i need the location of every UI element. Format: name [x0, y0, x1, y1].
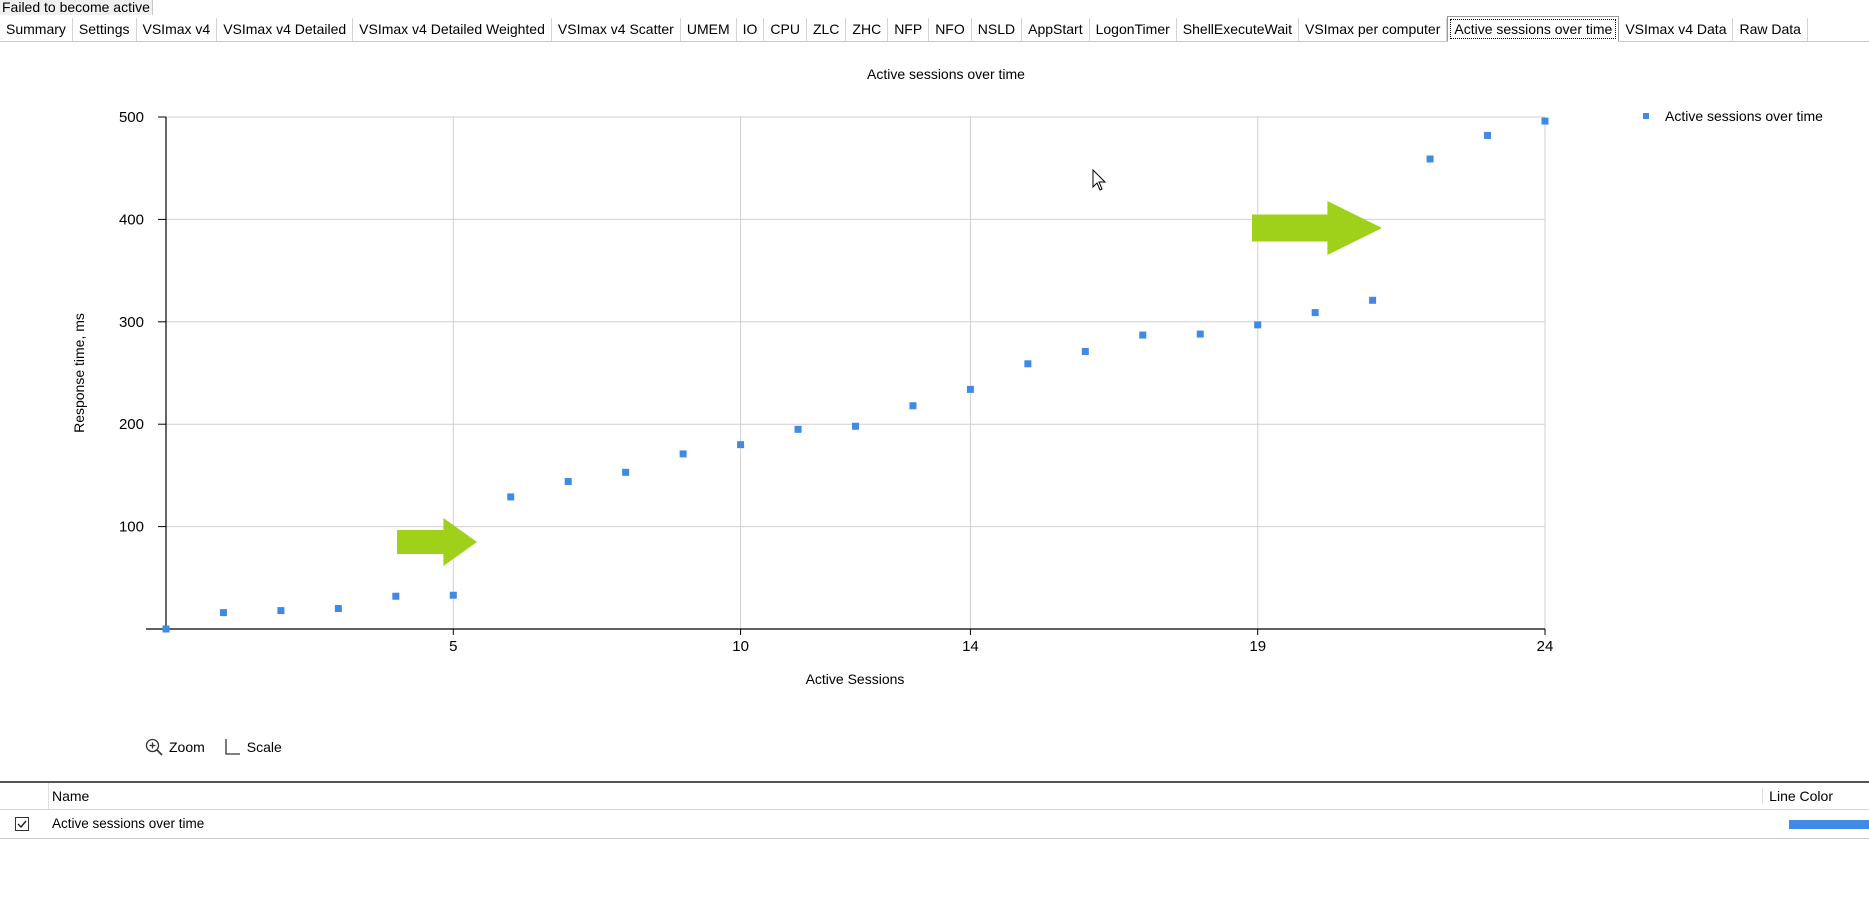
- tab-nfo[interactable]: NFO: [929, 18, 972, 41]
- scale-label: Scale: [246, 739, 282, 755]
- data-point[interactable]: [679, 450, 687, 458]
- tab-vsimax-v4-detailed-weighted[interactable]: VSImax v4 Detailed Weighted: [353, 18, 552, 41]
- tab-zlc[interactable]: ZLC: [806, 18, 847, 41]
- green-arrow-annotation: [397, 518, 477, 566]
- table-row[interactable]: Active sessions over time: [0, 810, 1869, 838]
- data-point[interactable]: [1139, 331, 1147, 339]
- tab-strip: Summary Settings VSImax v4 VSImax v4 Detail…: [0, 15, 1869, 42]
- line-color-swatch[interactable]: [1789, 820, 1869, 829]
- tab-vsimax-v4-data[interactable]: VSImax v4 Data: [1619, 18, 1734, 41]
- legend-table-header: Name Line Color: [0, 783, 1869, 810]
- data-point[interactable]: [162, 625, 170, 633]
- data-point[interactable]: [1541, 117, 1549, 125]
- tab-umem[interactable]: UMEM: [680, 18, 737, 41]
- tab-summary[interactable]: Summary: [0, 18, 73, 41]
- tab-nsld[interactable]: NSLD: [971, 18, 1023, 41]
- data-point[interactable]: [1426, 155, 1434, 163]
- x-tick-label: 5: [449, 638, 457, 655]
- zoom-button[interactable]: Zoom: [145, 738, 205, 756]
- tab-logontimer[interactable]: LogonTimer: [1089, 18, 1177, 41]
- mouse-cursor-icon: [1092, 168, 1107, 191]
- data-point[interactable]: [966, 385, 974, 393]
- data-point[interactable]: [564, 478, 572, 486]
- tab-io[interactable]: IO: [736, 18, 765, 41]
- scale-button[interactable]: Scale: [223, 738, 282, 756]
- checkbox-column-header: [0, 783, 49, 809]
- series-name: Active sessions over time: [52, 816, 205, 831]
- tab-active-sessions-over-time[interactable]: Active sessions over time: [1447, 16, 1620, 42]
- data-point[interactable]: [1311, 309, 1319, 317]
- green-arrow-annotation: [1252, 201, 1382, 255]
- tab-raw-data[interactable]: Raw Data: [1733, 18, 1808, 41]
- data-point[interactable]: [909, 402, 917, 410]
- data-point[interactable]: [1081, 347, 1089, 355]
- x-tick-label: 10: [732, 638, 749, 655]
- x-tick-label: 24: [1537, 638, 1554, 655]
- data-point[interactable]: [794, 425, 802, 433]
- tab-vsimax-v4[interactable]: VSImax v4: [136, 18, 218, 41]
- axis-scale-icon: [225, 739, 240, 755]
- name-column-header[interactable]: Name: [52, 788, 89, 804]
- chart-toolbar: Zoom Scale: [145, 738, 282, 756]
- x-tick-label: 19: [1249, 638, 1266, 655]
- y-axis-label: Response time, ms: [71, 313, 87, 433]
- legend-marker: [1643, 113, 1649, 119]
- data-point[interactable]: [1369, 296, 1377, 304]
- series-legend-table: Name Line Color Active sessions over tim…: [0, 781, 1869, 839]
- data-point[interactable]: [1024, 360, 1032, 368]
- data-point[interactable]: [277, 607, 285, 615]
- tab-nfp[interactable]: NFP: [888, 18, 930, 41]
- data-point[interactable]: [852, 422, 859, 430]
- zoom-in-icon: [145, 738, 163, 756]
- legend-label: Active sessions over time: [1665, 108, 1823, 124]
- series-visible-checkbox[interactable]: [15, 817, 29, 831]
- data-point[interactable]: [1196, 330, 1204, 338]
- tab-zhc[interactable]: ZHC: [846, 18, 889, 41]
- data-point[interactable]: [1254, 321, 1262, 329]
- data-point[interactable]: [219, 609, 227, 617]
- data-point[interactable]: [737, 441, 745, 449]
- data-point[interactable]: [622, 468, 630, 476]
- tab-vsimax-v4-detailed[interactable]: VSImax v4 Detailed: [217, 18, 354, 41]
- zoom-label: Zoom: [169, 739, 205, 755]
- tab-appstart[interactable]: AppStart: [1022, 18, 1090, 41]
- y-tick-label: 200: [119, 416, 144, 433]
- data-point[interactable]: [1484, 131, 1492, 139]
- tab-shellexecutewait[interactable]: ShellExecuteWait: [1176, 18, 1299, 41]
- y-tick-label: 400: [119, 211, 144, 228]
- data-point[interactable]: [507, 493, 515, 501]
- data-point[interactable]: [334, 605, 342, 613]
- tab-cpu[interactable]: CPU: [764, 18, 807, 41]
- scatter-chart: 5 10 14 19 24 100 200 300 400 500 Active sessions …: [71, 66, 1823, 687]
- line-color-column-header[interactable]: Line Color: [1762, 788, 1833, 804]
- chart-title: Active sessions over time: [867, 66, 1025, 82]
- tab-settings[interactable]: Settings: [72, 18, 137, 41]
- data-point[interactable]: [449, 591, 457, 599]
- chart-area: 5 10 14 19 24 100 200 300 400 500 Active sessions …: [0, 42, 1869, 762]
- tab-vsimax-per-computer[interactable]: VSImax per computer: [1298, 18, 1448, 41]
- tab-vsimax-v4-scatter[interactable]: VSImax v4 Scatter: [551, 18, 681, 41]
- checkmark-icon: [17, 820, 27, 829]
- y-tick-label: 300: [119, 314, 144, 331]
- x-axis-label: Active Sessions: [806, 671, 905, 687]
- x-tick-label: 14: [962, 638, 979, 655]
- data-point[interactable]: [392, 592, 400, 600]
- y-tick-label: 500: [119, 109, 144, 126]
- y-tick-label: 100: [119, 519, 144, 536]
